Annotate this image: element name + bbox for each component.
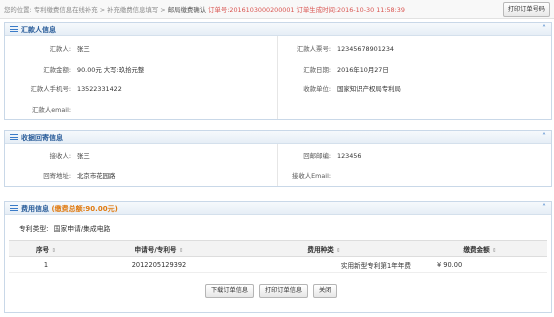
payee-label: 收款单位:: [303, 85, 331, 93]
receipt-panel: 收据回寄信息 ˄ 接收人: 张三 回邮邮编: 123456 回寄地址: 北京市花…: [4, 130, 552, 187]
table-row: 1 2012205129392 实用新型专利第1年年费 ¥ 90.00: [9, 256, 547, 273]
column-header-amount[interactable]: 缴费金额 ⇕: [413, 240, 547, 257]
receipt-panel-title: 收据回寄信息: [21, 134, 63, 142]
close-button[interactable]: 关闭: [313, 284, 338, 298]
breadcrumb-item-fill[interactable]: 专利缴费信息在线补充: [34, 6, 98, 14]
order-time: 2016-10-30 11:58:39: [337, 6, 405, 14]
breadcrumb-separator: >: [99, 6, 106, 14]
breadcrumb: 您的位置: 专利缴费信息在线补充 > 补充缴费信息填写 > 邮局缴费确认 订单号…: [4, 5, 405, 14]
sort-icon: ⇕: [492, 247, 497, 254]
zip-code: 123456: [337, 152, 362, 160]
remitter-email-label: 汇款人email:: [32, 106, 71, 114]
remit-amount-label: 汇款金额:: [43, 66, 71, 74]
fee-panel: 费用信息 (缴费总额:90.00元) ˄ 专利类型: 国家申请/集成电路 序号 …: [4, 201, 552, 313]
fee-panel-title: 费用信息 (缴费总额:90.00元): [21, 204, 118, 214]
address: 北京市花园路: [77, 172, 116, 180]
payee: 国家知识产权局专利局: [337, 85, 401, 93]
remit-date-label: 汇款日期:: [303, 66, 331, 74]
breadcrumb-separator: >: [160, 6, 166, 14]
sort-icon: ⇕: [336, 247, 341, 254]
recipient-label: 接收人:: [49, 152, 71, 160]
fee-panel-header[interactable]: 费用信息 (缴费总额:90.00元) ˄: [5, 202, 551, 215]
list-icon: [10, 134, 18, 140]
print-order-number-button[interactable]: 打印订单号码: [502, 2, 550, 17]
fee-title: 费用信息: [21, 205, 49, 213]
remitter-panel-header[interactable]: 汇款人信息 ˄: [5, 23, 551, 36]
sort-icon: ⇕: [178, 247, 184, 254]
remitter-receipt-label: 汇款人票号:: [296, 45, 331, 53]
remit-amount: 90.00元 大写:玖拾元整: [77, 66, 145, 74]
patent-type-label: 专利类型:: [19, 225, 49, 233]
order-number: 2016103000200001: [229, 6, 295, 14]
download-order-button[interactable]: 下载订单信息: [205, 284, 255, 298]
order-number-label: 订单号:: [208, 6, 230, 14]
fee-total: (缴费总额:90.00元): [51, 205, 118, 213]
address-label: 回寄地址:: [43, 172, 71, 180]
remitter-name-label: 汇款人:: [49, 45, 71, 53]
remitter-panel-title: 汇款人信息: [21, 26, 56, 34]
remitter-receipt: 12345678901234: [337, 45, 394, 53]
column-header-fee-type[interactable]: 费用种类 ⇕: [235, 240, 413, 257]
breadcrumb-prefix: 您的位置:: [4, 6, 32, 14]
remit-date: 2016年10月27日: [337, 66, 389, 74]
remitter-phone-label: 汇款人手机号:: [30, 85, 72, 93]
receipt-panel-header[interactable]: 收据回寄信息 ˄: [5, 131, 551, 144]
top-bar: 您的位置: 专利缴费信息在线补充 > 补充缴费信息填写 > 邮局缴费确认 订单号…: [0, 0, 554, 19]
print-order-button[interactable]: 打印订单信息: [259, 284, 309, 298]
zip-label: 回邮邮编:: [303, 152, 331, 160]
patent-type: 国家申请/集成电路: [53, 225, 111, 233]
list-icon: [10, 205, 18, 211]
order-time-label: 订单生成时间:: [296, 6, 338, 14]
remitter-panel: 汇款人信息 ˄ 汇款人: 张三 汇款人票号: 12345678901234 汇款…: [4, 22, 552, 120]
collapse-icon[interactable]: ˄: [542, 132, 546, 141]
row-amount: ¥ 90.00: [413, 256, 547, 273]
collapse-icon[interactable]: ˄: [542, 24, 546, 33]
breadcrumb-item-form[interactable]: 补充缴费信息填写: [107, 6, 158, 14]
list-icon: [10, 26, 18, 32]
collapse-icon[interactable]: ˄: [542, 203, 546, 212]
recipient-name: 张三: [77, 152, 90, 160]
sort-icon: ⇕: [51, 247, 57, 254]
recipient-email-label: 接收人Email:: [291, 172, 331, 180]
remitter-name: 张三: [77, 45, 90, 53]
column-header-app-no[interactable]: 申请号/专利号 ⇕: [83, 240, 235, 257]
remitter-phone: 13522331422: [77, 85, 122, 93]
row-no: 1: [9, 256, 83, 273]
breadcrumb-current: 邮局缴费确认: [167, 6, 207, 14]
row-app-no: 2012205129392: [83, 256, 235, 273]
fee-table: 序号 ⇕ 申请号/专利号 ⇕ 费用种类 ⇕ 缴费金额 ⇕ 1 201220512…: [9, 240, 547, 273]
fee-table-header: 序号 ⇕ 申请号/专利号 ⇕ 费用种类 ⇕ 缴费金额 ⇕: [9, 240, 547, 257]
column-header-no[interactable]: 序号 ⇕: [9, 240, 83, 257]
row-fee-type: 实用新型专利第1年年费: [235, 256, 413, 273]
